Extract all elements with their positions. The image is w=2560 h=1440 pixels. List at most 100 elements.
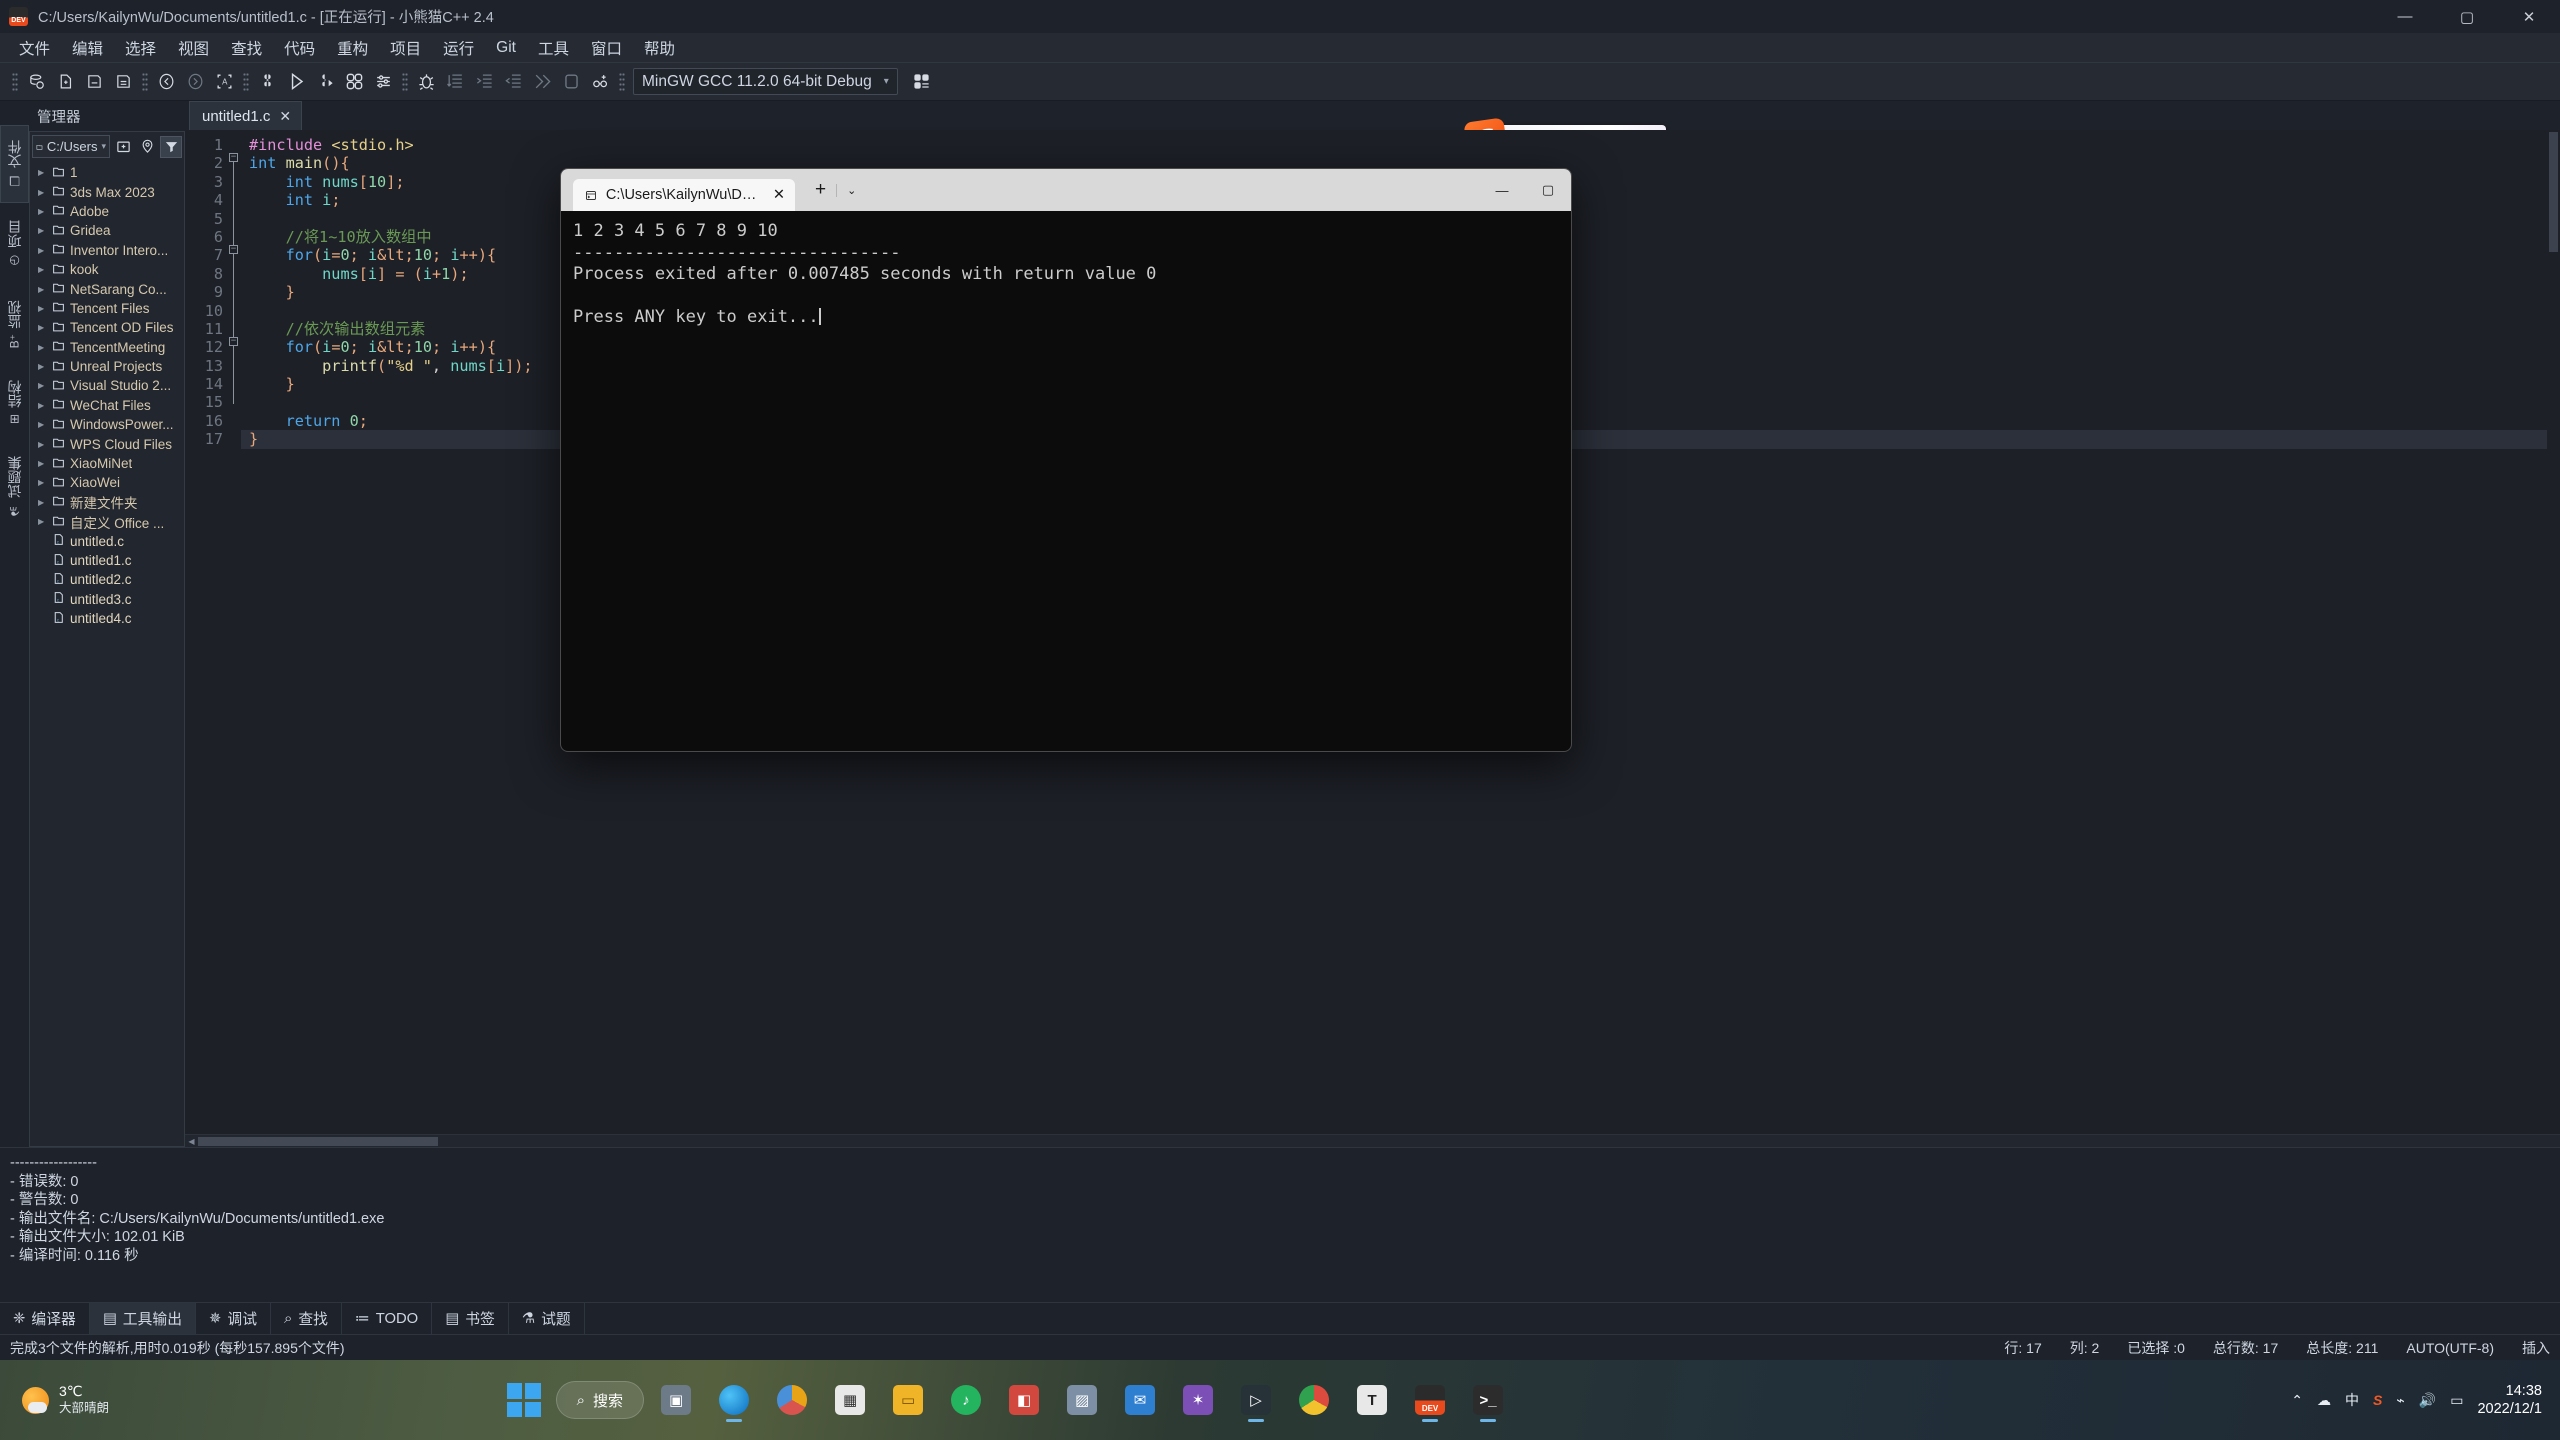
expand-arrow-icon[interactable]: ▶ bbox=[38, 343, 47, 352]
toolbar-grip-5[interactable] bbox=[619, 71, 625, 92]
photos-icon[interactable]: ▨ bbox=[1060, 1378, 1104, 1422]
file-tree-folder[interactable]: ▶ XiaoMiNet bbox=[30, 454, 184, 473]
editor-vertical-scrollbar[interactable] bbox=[2547, 130, 2560, 1134]
fold-toggle-line7[interactable]: − bbox=[229, 245, 238, 254]
ime-cn-icon[interactable]: 中 bbox=[2345, 1390, 2359, 1410]
menu-git[interactable]: Git bbox=[485, 36, 527, 60]
menu-help[interactable]: 帮助 bbox=[633, 34, 686, 62]
sidebar-item-problem-set[interactable]: ⚗ 试题集 bbox=[0, 441, 29, 533]
scroll-left-icon[interactable]: ◀ bbox=[185, 1137, 198, 1146]
toolbar-grip-3[interactable] bbox=[243, 71, 249, 92]
minimize-button[interactable]: — bbox=[2374, 0, 2436, 33]
sidebar-item-watch[interactable]: B⁺ 监视 bbox=[0, 285, 29, 363]
status-encoding[interactable]: AUTO(UTF-8) bbox=[2406, 1340, 2494, 1356]
chevron-up-icon[interactable]: ⌃ bbox=[2291, 1392, 2303, 1409]
toolbar-grip[interactable] bbox=[12, 71, 18, 92]
new-file-icon[interactable] bbox=[52, 68, 79, 95]
cloud-icon[interactable]: ☁ bbox=[2317, 1392, 2331, 1409]
edge-icon[interactable] bbox=[712, 1378, 756, 1422]
expand-arrow-icon[interactable]: ▶ bbox=[38, 440, 47, 449]
expand-arrow-icon[interactable]: ▶ bbox=[38, 323, 47, 332]
mail-icon[interactable]: ✉ bbox=[1118, 1378, 1162, 1422]
file-tree-folder[interactable]: ▶ kook bbox=[30, 260, 184, 279]
terminal-output[interactable]: 1 2 3 4 5 6 7 8 9 10 -------------------… bbox=[561, 211, 1571, 339]
hscroll-thumb[interactable] bbox=[198, 1136, 438, 1146]
expand-arrow-icon[interactable]: ▶ bbox=[38, 265, 47, 274]
netease-music-icon[interactable]: ♪ bbox=[944, 1378, 988, 1422]
editor-horizontal-scrollbar[interactable]: ◀ bbox=[185, 1134, 2560, 1147]
file-tree[interactable]: ▶ 1 ▶ 3ds Max 2023 ▶ Adobe ▶ Gridea ▶ Inventor In… bbox=[30, 161, 184, 1146]
file-tree-folder[interactable]: ▶ WeChat Files bbox=[30, 396, 184, 415]
menu-project[interactable]: 项目 bbox=[379, 34, 432, 62]
file-tree-folder[interactable]: ▶ Unreal Projects bbox=[30, 357, 184, 376]
chevron-down-icon[interactable]: ⌄ bbox=[836, 183, 866, 197]
expand-arrow-icon[interactable]: ▶ bbox=[38, 207, 47, 216]
file-tree-folder[interactable]: ▶ Tencent OD Files bbox=[30, 318, 184, 337]
rebuild-icon[interactable] bbox=[341, 68, 368, 95]
menu-edit[interactable]: 编辑 bbox=[61, 34, 114, 62]
file-tree-folder[interactable]: ▶ 1 bbox=[30, 163, 184, 182]
new-folder-icon[interactable] bbox=[112, 136, 134, 158]
menu-code[interactable]: 代码 bbox=[273, 34, 326, 62]
editor-tab-untitled1[interactable]: untitled1.c ✕ bbox=[189, 101, 303, 130]
sogou-icon[interactable]: S bbox=[2373, 1392, 2382, 1408]
start-button[interactable] bbox=[502, 1378, 546, 1422]
tool-output-panel[interactable]: ------------------ - 错误数: 0- 警告数: 0- 输出文件… bbox=[0, 1147, 2560, 1302]
expand-arrow-icon[interactable]: ▶ bbox=[38, 168, 47, 177]
tab-search[interactable]: ⌕ 查找 bbox=[271, 1303, 342, 1334]
file-tree-folder[interactable]: ▶ TencentMeeting bbox=[30, 338, 184, 357]
expand-arrow-icon[interactable]: ▶ bbox=[38, 478, 47, 487]
step-out-icon[interactable] bbox=[500, 68, 527, 95]
stop-icon[interactable] bbox=[558, 68, 585, 95]
file-tree-folder[interactable]: ▶ Tencent Files bbox=[30, 299, 184, 318]
sidebar-item-structure[interactable]: ⊞ 结构 bbox=[0, 365, 29, 439]
battery-icon[interactable]: ▭ bbox=[2450, 1392, 2463, 1409]
menu-run[interactable]: 运行 bbox=[432, 34, 485, 62]
office-icon[interactable]: ◧ bbox=[1002, 1378, 1046, 1422]
sidebar-item-files[interactable]: ❏ 文件 bbox=[0, 125, 29, 203]
expand-arrow-icon[interactable]: ▶ bbox=[38, 459, 47, 468]
pycharm-icon[interactable]: ▷ bbox=[1234, 1378, 1278, 1422]
expand-arrow-icon[interactable]: ▶ bbox=[38, 420, 47, 429]
step-into-icon[interactable] bbox=[471, 68, 498, 95]
tab-todo[interactable]: ≔ TODO bbox=[342, 1303, 433, 1334]
weather-widget[interactable]: 3℃ 大部晴朗 bbox=[0, 1383, 109, 1417]
toolbar-grip-4[interactable] bbox=[402, 71, 408, 92]
code-line[interactable]: #include <stdio.h> bbox=[249, 136, 2560, 154]
file-tree-folder[interactable]: ▶ NetSarang Co... bbox=[30, 279, 184, 298]
continue-icon[interactable] bbox=[529, 68, 556, 95]
close-button[interactable]: ✕ bbox=[2498, 0, 2560, 33]
expand-arrow-icon[interactable]: ▶ bbox=[38, 304, 47, 313]
menu-tools[interactable]: 工具 bbox=[527, 34, 580, 62]
file-tree-folder[interactable]: ▶ Visual Studio 2... bbox=[30, 376, 184, 395]
dev-cpp-icon[interactable]: DEV bbox=[1408, 1378, 1452, 1422]
run-icon[interactable] bbox=[283, 68, 310, 95]
file-tree-folder[interactable]: ▶ 自定义 Office ... bbox=[30, 512, 184, 531]
file-tree-file[interactable]: c untitled2.c bbox=[30, 570, 184, 589]
menu-refactor[interactable]: 重构 bbox=[326, 34, 379, 62]
tab-problems[interactable]: ⚗ 试题 bbox=[509, 1303, 585, 1334]
expand-arrow-icon[interactable]: ▶ bbox=[38, 285, 47, 294]
toolbar-grip-2[interactable] bbox=[142, 71, 148, 92]
menu-window[interactable]: 窗口 bbox=[580, 34, 633, 62]
fold-toggle-line12[interactable]: − bbox=[229, 337, 238, 346]
expand-arrow-icon[interactable]: ▶ bbox=[38, 498, 47, 507]
taskbar-search[interactable]: ⌕ 搜索 bbox=[555, 1381, 645, 1419]
windows-terminal-icon[interactable]: >_ bbox=[1466, 1378, 1510, 1422]
file-tree-folder[interactable]: ▶ 3ds Max 2023 bbox=[30, 182, 184, 201]
chrome-icon[interactable] bbox=[1292, 1378, 1336, 1422]
add-watch-icon[interactable] bbox=[587, 68, 614, 95]
locate-icon[interactable] bbox=[136, 136, 158, 158]
tab-tool-output[interactable]: ▤ 工具输出 bbox=[89, 1303, 196, 1334]
terminal-maximize-button[interactable]: ▢ bbox=[1525, 169, 1571, 211]
debug-icon[interactable] bbox=[413, 68, 440, 95]
compiler-options-icon[interactable] bbox=[908, 68, 935, 95]
volume-icon[interactable]: 🔊 bbox=[2419, 1392, 2436, 1409]
terminal-minimize-button[interactable]: — bbox=[1479, 169, 1525, 211]
compile-run-icon[interactable] bbox=[312, 68, 339, 95]
menu-select[interactable]: 选择 bbox=[114, 34, 167, 62]
file-tree-file[interactable]: c untitled3.c bbox=[30, 590, 184, 609]
save-all-icon[interactable] bbox=[110, 68, 137, 95]
typora-icon[interactable]: T bbox=[1350, 1378, 1394, 1422]
wifi-icon[interactable]: ⌁ bbox=[2396, 1392, 2404, 1409]
